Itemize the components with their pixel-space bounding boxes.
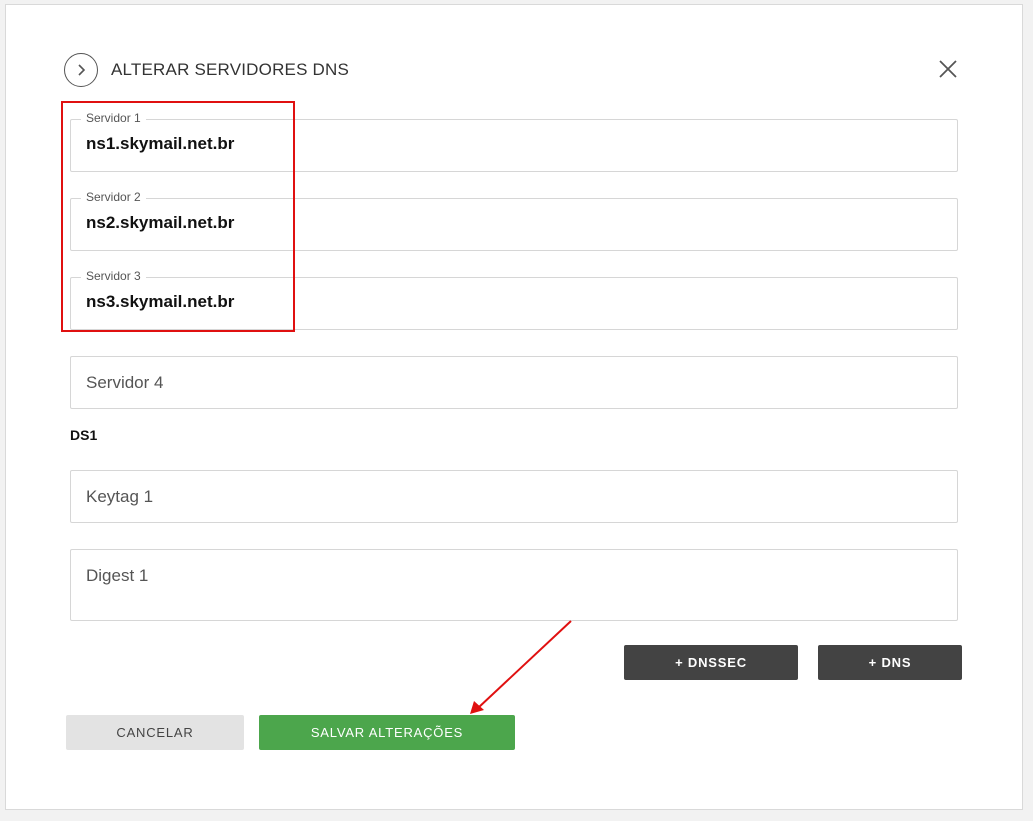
- servidor3-value[interactable]: ns3.skymail.net.br: [86, 292, 234, 312]
- ds1-section-label: DS1: [70, 427, 98, 443]
- servidor4-field[interactable]: Servidor 4: [70, 356, 958, 409]
- servidor2-field[interactable]: Servidor 2 ns2.skymail.net.br: [70, 190, 958, 251]
- cancel-button[interactable]: CANCELAR: [66, 715, 244, 750]
- chevron-right-icon[interactable]: [64, 53, 98, 87]
- digest1-placeholder: Digest 1: [86, 566, 149, 585]
- keytag1-field[interactable]: Keytag 1: [70, 470, 958, 523]
- add-dnssec-button[interactable]: + DNSSEC: [624, 645, 798, 680]
- digest1-textarea[interactable]: Digest 1: [70, 549, 958, 621]
- keytag1-placeholder: Keytag 1: [86, 487, 154, 506]
- close-icon[interactable]: [934, 55, 962, 83]
- servidor1-field[interactable]: Servidor 1 ns1.skymail.net.br: [70, 111, 958, 172]
- servidor4-placeholder: Servidor 4: [86, 373, 164, 392]
- save-changes-button[interactable]: SALVAR ALTERAÇÕES: [259, 715, 515, 750]
- add-dns-button[interactable]: + DNS: [818, 645, 962, 680]
- servidor2-value[interactable]: ns2.skymail.net.br: [86, 213, 234, 233]
- servidor3-field[interactable]: Servidor 3 ns3.skymail.net.br: [70, 269, 958, 330]
- servidor2-label: Servidor 2: [81, 190, 146, 204]
- servidor1-value[interactable]: ns1.skymail.net.br: [86, 134, 234, 154]
- servidor3-label: Servidor 3: [81, 269, 146, 283]
- servidor1-label: Servidor 1: [81, 111, 146, 125]
- modal-title: ALTERAR SERVIDORES DNS: [111, 60, 350, 79]
